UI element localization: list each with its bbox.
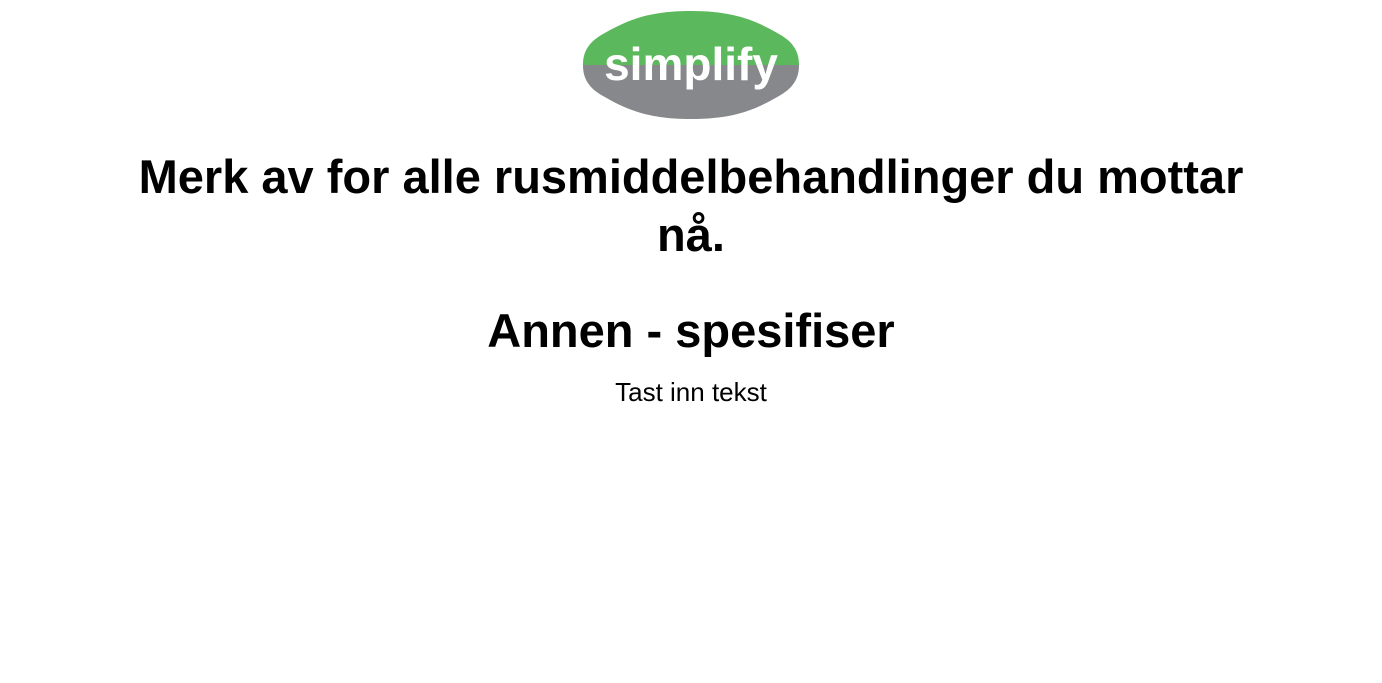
option-label: Annen - spesifiser bbox=[487, 304, 895, 357]
logo-shape: simplify bbox=[583, 11, 799, 119]
question-title: Merk av for alle rusmiddelbehandlinger d… bbox=[138, 150, 1244, 261]
simplify-logo: simplify bbox=[583, 10, 799, 120]
specify-text-input[interactable] bbox=[491, 372, 891, 412]
survey-page: simplify Merk av for alle rusmiddelbehan… bbox=[0, 0, 1382, 683]
logo-wordmark: simplify bbox=[604, 38, 778, 90]
